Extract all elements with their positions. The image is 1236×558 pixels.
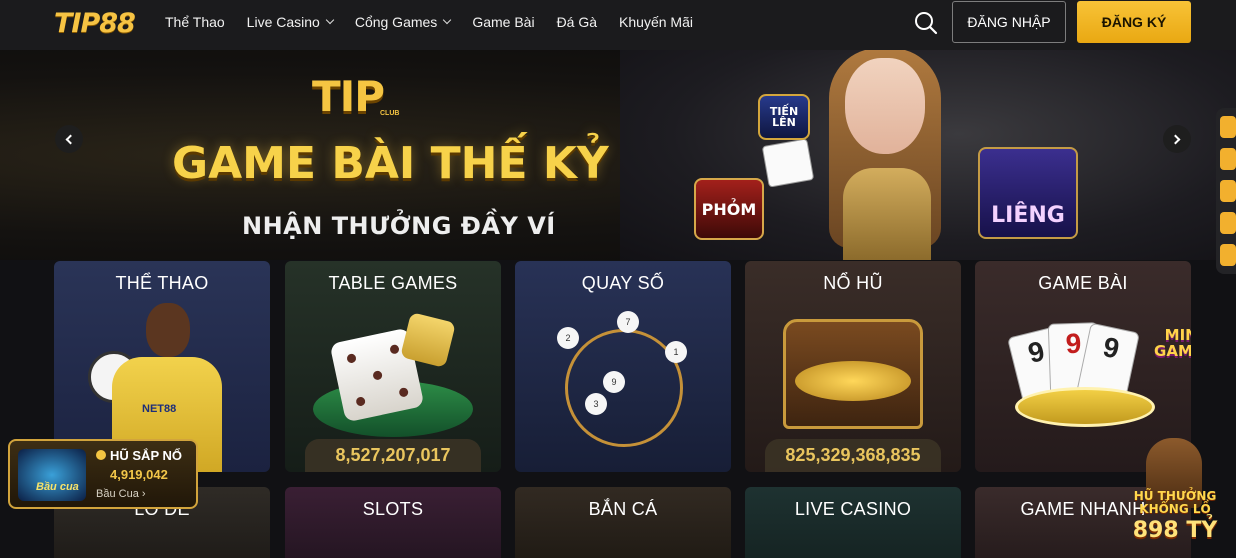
category-title: QUAY SỐ: [581, 273, 665, 293]
jackpot-widget[interactable]: Bầu cua HŨ SẮP NỔ 4,919,042 Bầu Cua ›: [8, 439, 198, 509]
category-card-quay-so[interactable]: QUAY SỐ 2 7 1 9 3: [515, 261, 731, 472]
die-pip: [355, 396, 366, 407]
coin-icon: [96, 450, 106, 460]
promo-amount: 898 TỶ: [1132, 518, 1218, 543]
jackpot-value: 4,919,042: [110, 467, 168, 482]
nav-link-label: Thể Thao: [165, 14, 225, 30]
lottery-ball: 7: [617, 311, 639, 333]
promo-title: HŨ THƯỞNG KHỔNG LỒ: [1118, 490, 1232, 516]
poker-chip-icon: [1015, 387, 1155, 427]
player-head: [146, 303, 190, 357]
lieng-game-icon: LIÊNG: [978, 147, 1078, 239]
hero-banner[interactable]: TIP CLUB GAME BÀI THẾ KỶ NHẬN THƯỞNG ĐẦY…: [0, 50, 1236, 260]
promo-line-2: KHỔNG LỒ: [1139, 502, 1211, 516]
jackpot-game-link[interactable]: Bầu Cua ›: [96, 488, 146, 500]
die-pip: [389, 343, 400, 355]
banner-model: [815, 50, 955, 260]
jackpot-label: HŨ SẮP NỔ: [96, 448, 182, 463]
banner-subtitle: NHẬN THƯỞNG ĐẦY VÍ: [242, 212, 556, 240]
category-title: NỔ HŨ: [823, 273, 883, 293]
phom-game-icon: PHỎM: [694, 178, 764, 240]
category-card-live-casino[interactable]: LIVE CASINO: [745, 487, 961, 558]
jackpot-game-name: Bầu Cua: [96, 488, 139, 500]
model-dress: [843, 168, 931, 260]
lottery-ball: 1: [665, 341, 687, 363]
users-icon[interactable]: [1220, 148, 1236, 170]
bau-cua-thumbnail: Bầu cua: [18, 449, 86, 501]
lottery-ball: 2: [557, 327, 579, 349]
playing-cards: [761, 138, 815, 188]
nav-link-khuyen-mai[interactable]: Khuyến Mãi: [619, 14, 693, 30]
nav-link-the-thao[interactable]: Thể Thao: [165, 14, 225, 30]
site-logo[interactable]: TIP88: [54, 8, 136, 39]
nav-link-label: Khuyến Mãi: [619, 14, 693, 30]
nav-link-label: Đá Gà: [556, 14, 598, 30]
die-pip: [398, 386, 410, 398]
table-games-jackpot: 8,527,207,017: [305, 439, 481, 472]
lottery-ball: 9: [603, 371, 625, 393]
gift-icon[interactable]: [1220, 116, 1236, 138]
category-title: LIVE CASINO: [794, 499, 912, 519]
nav-link-da-ga[interactable]: Đá Gà: [557, 14, 597, 30]
category-card-ban-ca[interactable]: BẮN CÁ: [515, 487, 731, 558]
tip-club-logo: TIP: [312, 72, 385, 121]
chevron-right-icon: ›: [141, 488, 146, 500]
die-pip: [346, 353, 357, 364]
nav-link-label: Live Casino: [246, 14, 320, 30]
tien-len-game-icon: TIẾN LÊN: [758, 94, 810, 140]
facebook-icon[interactable]: [1220, 180, 1236, 202]
side-toolbar: [1216, 108, 1236, 274]
register-button[interactable]: ĐĂNG KÝ: [1077, 1, 1191, 43]
page: TIP88 Thể Thao Live Casino Cổng Games Ga…: [0, 0, 1236, 558]
chevron-down-icon: [325, 15, 335, 25]
category-title: SLOTS: [362, 499, 424, 519]
thumbnail-label: Bầu cua: [36, 481, 79, 493]
banner-title: GAME BÀI THẾ KỶ: [172, 138, 609, 189]
gold-coins: [795, 361, 911, 401]
nav-links: Thể Thao Live Casino Cổng Games Game Bài…: [165, 0, 715, 44]
search-icon[interactable]: [913, 10, 939, 36]
jackpot-promo-badge[interactable]: HŨ THƯỞNG KHỔNG LỒ 898 TỶ: [1118, 436, 1232, 558]
chat-icon[interactable]: [1220, 212, 1236, 234]
club-label: CLUB: [380, 110, 400, 117]
nav-link-cong-games[interactable]: Cổng Games: [354, 14, 452, 30]
lottery-ball: 3: [585, 393, 607, 415]
banner-next-button[interactable]: [1163, 125, 1191, 153]
top-nav: TIP88 Thể Thao Live Casino Cổng Games Ga…: [0, 0, 1236, 50]
no-hu-jackpot: 825,329,368,835: [765, 439, 941, 472]
mini-games-badge[interactable]: MINI GAMES: [1149, 327, 1191, 359]
category-title: BẮN CÁ: [588, 499, 658, 519]
jackpot-label-text: HŨ SẮP NỔ: [110, 448, 182, 463]
chevron-left-icon: [65, 134, 76, 144]
nav-link-live-casino[interactable]: Live Casino: [246, 14, 335, 30]
telegram-icon[interactable]: [1220, 244, 1236, 266]
category-card-slots[interactable]: SLOTS: [285, 487, 501, 558]
nav-link-game-bai[interactable]: Game Bài: [472, 14, 534, 30]
category-title: GAME BÀI: [1038, 273, 1128, 293]
category-card-no-hu[interactable]: NỔ HŨ 825,329,368,835: [745, 261, 961, 472]
chevron-down-icon: [443, 15, 452, 25]
banner-prev-button[interactable]: [55, 125, 83, 153]
model-face: [845, 58, 925, 154]
chevron-right-icon: [1170, 134, 1181, 144]
nav-link-label: Game Bài: [472, 14, 535, 30]
nav-link-label: Cổng Games: [354, 14, 438, 30]
category-title: TABLE GAMES: [328, 273, 458, 293]
category-title: THỂ THAO: [115, 273, 209, 293]
category-card-table-games[interactable]: TABLE GAMES 8,527,207,017: [285, 261, 501, 472]
die-pip: [372, 370, 383, 381]
shirt-sponsor: NET88: [142, 403, 177, 415]
login-button[interactable]: ĐĂNG NHẬP: [952, 1, 1066, 43]
